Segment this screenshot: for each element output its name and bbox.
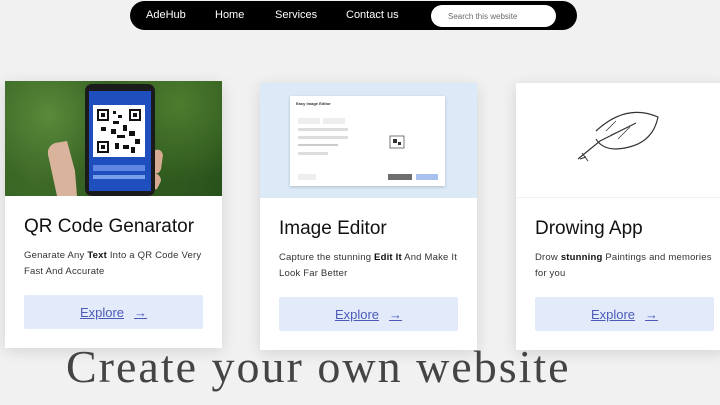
explore-label: Explore bbox=[334, 306, 380, 322]
card-title: QR Code Genarator bbox=[24, 216, 195, 237]
explore-button-drawing[interactable]: Explore → bbox=[535, 297, 714, 331]
image-editor-preview: Easy Image Editor bbox=[260, 83, 477, 198]
explore-label: Explore bbox=[79, 304, 125, 320]
card-qr-generator: QR Code Genarator Genarate Any Text Into… bbox=[5, 81, 222, 348]
top-navbar: AdeHub Home Services Contact us bbox=[130, 1, 577, 30]
card-title: Image Editor bbox=[279, 218, 387, 239]
nav-link-home[interactable]: Home bbox=[215, 9, 244, 21]
explore-label: Explore bbox=[590, 306, 636, 322]
caption-overlay: Create your own website bbox=[66, 341, 571, 392]
nav-link-services[interactable]: Services bbox=[275, 9, 317, 21]
explore-button-editor[interactable]: Explore → bbox=[279, 297, 458, 331]
card-image-editor: Easy Image Editor Image Editor Capture t… bbox=[260, 83, 477, 350]
card-description: Genarate Any Text Into a QR Code Very Fa… bbox=[24, 250, 202, 277]
card-drawing-app: Drowing App Drow stunning Paintings and … bbox=[516, 83, 720, 350]
card-description: Capture the stunning Edit It And Make It… bbox=[279, 252, 458, 279]
arrow-right-icon: → bbox=[645, 306, 659, 322]
qr-phone-photo bbox=[5, 81, 222, 196]
leaf-sketch-icon bbox=[516, 83, 720, 198]
brand-link[interactable]: AdeHub bbox=[146, 9, 186, 21]
arrow-right-icon: → bbox=[389, 306, 403, 322]
nav-link-contact[interactable]: Contact us bbox=[346, 9, 399, 21]
card-title: Drowing App bbox=[535, 218, 643, 239]
card-description: Drow stunning Paintings and memories for… bbox=[535, 252, 712, 279]
search-input[interactable] bbox=[431, 5, 556, 27]
arrow-right-icon: → bbox=[134, 304, 148, 320]
explore-button-qr[interactable]: Explore → bbox=[24, 295, 203, 329]
